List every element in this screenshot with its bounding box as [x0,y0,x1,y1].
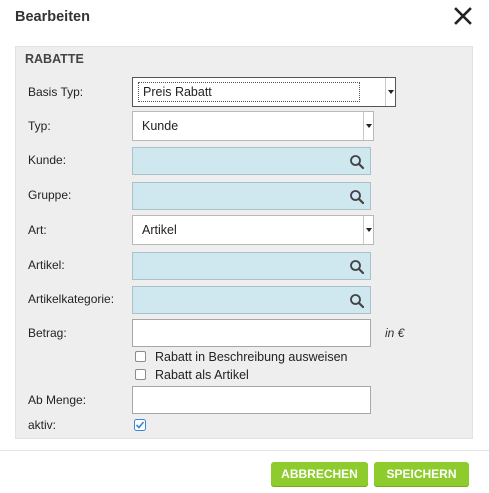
chevron-down-icon[interactable] [363,216,373,244]
betrag-input[interactable] [132,319,371,347]
aktiv-checkbox[interactable] [134,419,146,431]
artikel-label: Artikel: [28,258,65,272]
typ-label: Typ: [28,119,51,133]
ab-menge-label: Ab Menge: [28,393,87,407]
typ-select[interactable]: Kunde [132,111,374,141]
art-select[interactable]: Artikel [132,215,374,245]
chevron-down-icon[interactable] [385,78,395,106]
basis-typ-label: Basis Typ: [28,85,84,99]
betrag-label: Betrag: [28,326,67,340]
ab-menge-input[interactable] [132,386,371,414]
gruppe-label: Gruppe: [28,188,72,202]
rabatt-beschreibung-label: Rabatt in Beschreibung ausweisen [155,350,348,364]
typ-value: Kunde [142,119,179,133]
kunde-lookup-input[interactable] [132,147,371,175]
art-label: Art: [28,223,47,237]
basis-typ-value: Preis Rabatt [138,82,360,102]
aktiv-label: aktiv: [28,418,57,432]
dialog-title: Bearbeiten [15,9,90,25]
rabatt-artikel-checkbox[interactable] [135,369,146,380]
search-icon[interactable] [349,259,365,275]
rabatt-artikel-row[interactable]: Rabatt als Artikel [135,368,249,382]
rabatt-beschreibung-row[interactable]: Rabatt in Beschreibung ausweisen [135,350,347,364]
search-icon[interactable] [349,154,365,170]
cancel-button[interactable]: ABBRECHEN [271,462,368,487]
artikelkategorie-lookup-input[interactable] [132,286,371,314]
art-value: Artikel [142,223,177,237]
save-button[interactable]: SPEICHERN [374,462,469,487]
close-icon[interactable] [451,4,475,28]
search-icon[interactable] [349,293,365,309]
basis-typ-select[interactable]: Preis Rabatt [132,77,396,107]
kunde-label: Kunde: [28,153,67,167]
footer-divider [0,450,489,451]
edit-dialog: Bearbeiten RABATTE Basis Typ: Preis Raba… [0,0,490,493]
rabatte-panel: RABATTE Basis Typ: Preis Rabatt Typ: Kun… [15,46,473,439]
rabatt-beschreibung-checkbox[interactable] [135,351,146,362]
betrag-unit: in € [385,326,405,340]
artikelkategorie-label: Artikelkategorie: [28,292,115,306]
search-icon[interactable] [349,189,365,205]
section-title: RABATTE [25,52,84,66]
gruppe-lookup-input[interactable] [132,182,371,210]
artikel-lookup-input[interactable] [132,252,371,280]
rabatt-artikel-label: Rabatt als Artikel [155,368,249,382]
chevron-down-icon[interactable] [363,112,373,140]
